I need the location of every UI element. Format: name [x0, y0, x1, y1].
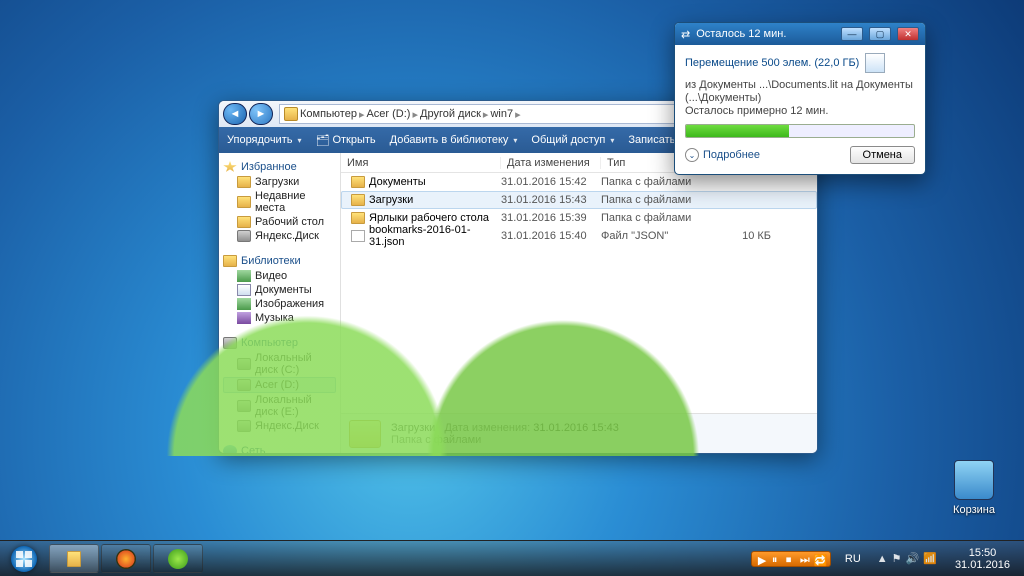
- folder-icon: [349, 420, 381, 448]
- sidebar-computer-header[interactable]: Компьютер: [223, 335, 336, 351]
- file-icon: [351, 230, 365, 242]
- toolbar-open[interactable]: 🗂Открыть: [315, 134, 375, 147]
- toolbar-share[interactable]: Общий доступ: [531, 134, 614, 146]
- taskbar-explorer[interactable]: [49, 544, 99, 573]
- details-pane: Загрузки Дата изменения: 31.01.2016 15:4…: [341, 413, 817, 453]
- transfer-icon: ⇄: [681, 28, 690, 41]
- recycle-bin-icon: [954, 460, 994, 500]
- maximize-button[interactable]: ▢: [869, 27, 891, 41]
- more-info-toggle[interactable]: ⌄Подробнее: [685, 148, 760, 162]
- sidebar-item[interactable]: Изображения: [223, 297, 336, 311]
- dialog-heading: Перемещение 500 элем. (22,0 ГБ): [685, 53, 915, 73]
- sidebar-item[interactable]: Видео: [223, 269, 336, 283]
- sidebar-item[interactable]: Локальный диск (C:): [223, 351, 336, 377]
- copy-dialog: ⇄ Осталось 12 мин. — ▢ ✕ Перемещение 500…: [674, 22, 926, 175]
- sidebar-favorites-header[interactable]: Избранное: [223, 159, 336, 175]
- tray-icons[interactable]: ▲⚑🔊📶: [875, 552, 939, 565]
- taskbar-firefox[interactable]: [101, 544, 151, 573]
- sidebar-network-header[interactable]: Сеть: [223, 443, 336, 453]
- sidebar-item[interactable]: Музыка: [223, 311, 336, 325]
- taskbar: ▶⏸⏹⏭🔁 RU ▲⚑🔊📶 15:50 31.01.2016: [0, 540, 1024, 576]
- clock[interactable]: 15:50 31.01.2016: [949, 547, 1016, 571]
- dialog-source-dest: из Документы ...\Documents.lit на Докуме…: [685, 79, 915, 118]
- recycle-bin[interactable]: Корзина: [944, 460, 1004, 516]
- dialog-title: Осталось 12 мин.: [696, 28, 835, 40]
- folder-icon: [351, 212, 365, 224]
- file-list: Имя Дата изменения Тип Размер Документы3…: [341, 153, 817, 453]
- start-button[interactable]: [0, 541, 48, 576]
- nav-forward-button[interactable]: ►: [249, 103, 273, 125]
- minimize-button[interactable]: —: [841, 27, 863, 41]
- toolbar-add-library[interactable]: Добавить в библиотеку: [390, 134, 518, 146]
- file-row[interactable]: Документы31.01.2016 15:42Папка с файлами: [341, 173, 817, 191]
- media-controls[interactable]: ▶⏸⏹⏭🔁: [751, 551, 831, 567]
- dialog-titlebar[interactable]: ⇄ Осталось 12 мин. — ▢ ✕: [675, 23, 925, 45]
- folder-icon: [284, 107, 298, 121]
- sidebar: Избранное Загрузки Недавние места Рабочи…: [219, 153, 341, 453]
- folder-icon: [351, 194, 365, 206]
- folder-icon: [351, 176, 365, 188]
- sidebar-libraries-header[interactable]: Библиотеки: [223, 253, 336, 269]
- cancel-button[interactable]: Отмена: [850, 146, 915, 164]
- sidebar-item[interactable]: Документы: [223, 283, 336, 297]
- sidebar-item[interactable]: Яндекс.Диск: [223, 419, 336, 433]
- sidebar-item[interactable]: Локальный диск (E:): [223, 393, 336, 419]
- taskbar-app[interactable]: [153, 544, 203, 573]
- close-button[interactable]: ✕: [897, 27, 919, 41]
- sidebar-item[interactable]: Рабочий стол: [223, 215, 336, 229]
- desktop: ◄ ► Компьютер▸ Acer (D:)▸ Другой диск▸ w…: [0, 0, 1024, 576]
- sidebar-item[interactable]: Недавние места: [223, 189, 336, 215]
- file-row[interactable]: bookmarks-2016-01-31.json31.01.2016 15:4…: [341, 227, 817, 245]
- language-indicator[interactable]: RU: [841, 553, 865, 565]
- recycle-bin-label: Корзина: [944, 504, 1004, 516]
- system-tray: ▶⏸⏹⏭🔁 RU ▲⚑🔊📶 15:50 31.01.2016: [743, 541, 1024, 576]
- sidebar-item[interactable]: Яндекс.Диск: [223, 229, 336, 243]
- progress-bar: [685, 124, 915, 138]
- sidebar-item[interactable]: Загрузки: [223, 175, 336, 189]
- file-row[interactable]: Загрузки31.01.2016 15:43Папка с файлами: [341, 191, 817, 209]
- toolbar-organize[interactable]: Упорядочить: [227, 134, 301, 146]
- breadcrumb[interactable]: Компьютер▸ Acer (D:)▸ Другой диск▸ win7▸: [279, 104, 725, 124]
- nav-back-button[interactable]: ◄: [223, 103, 247, 125]
- pages-icon: [865, 53, 885, 73]
- sidebar-item-selected[interactable]: Acer (D:): [223, 377, 336, 393]
